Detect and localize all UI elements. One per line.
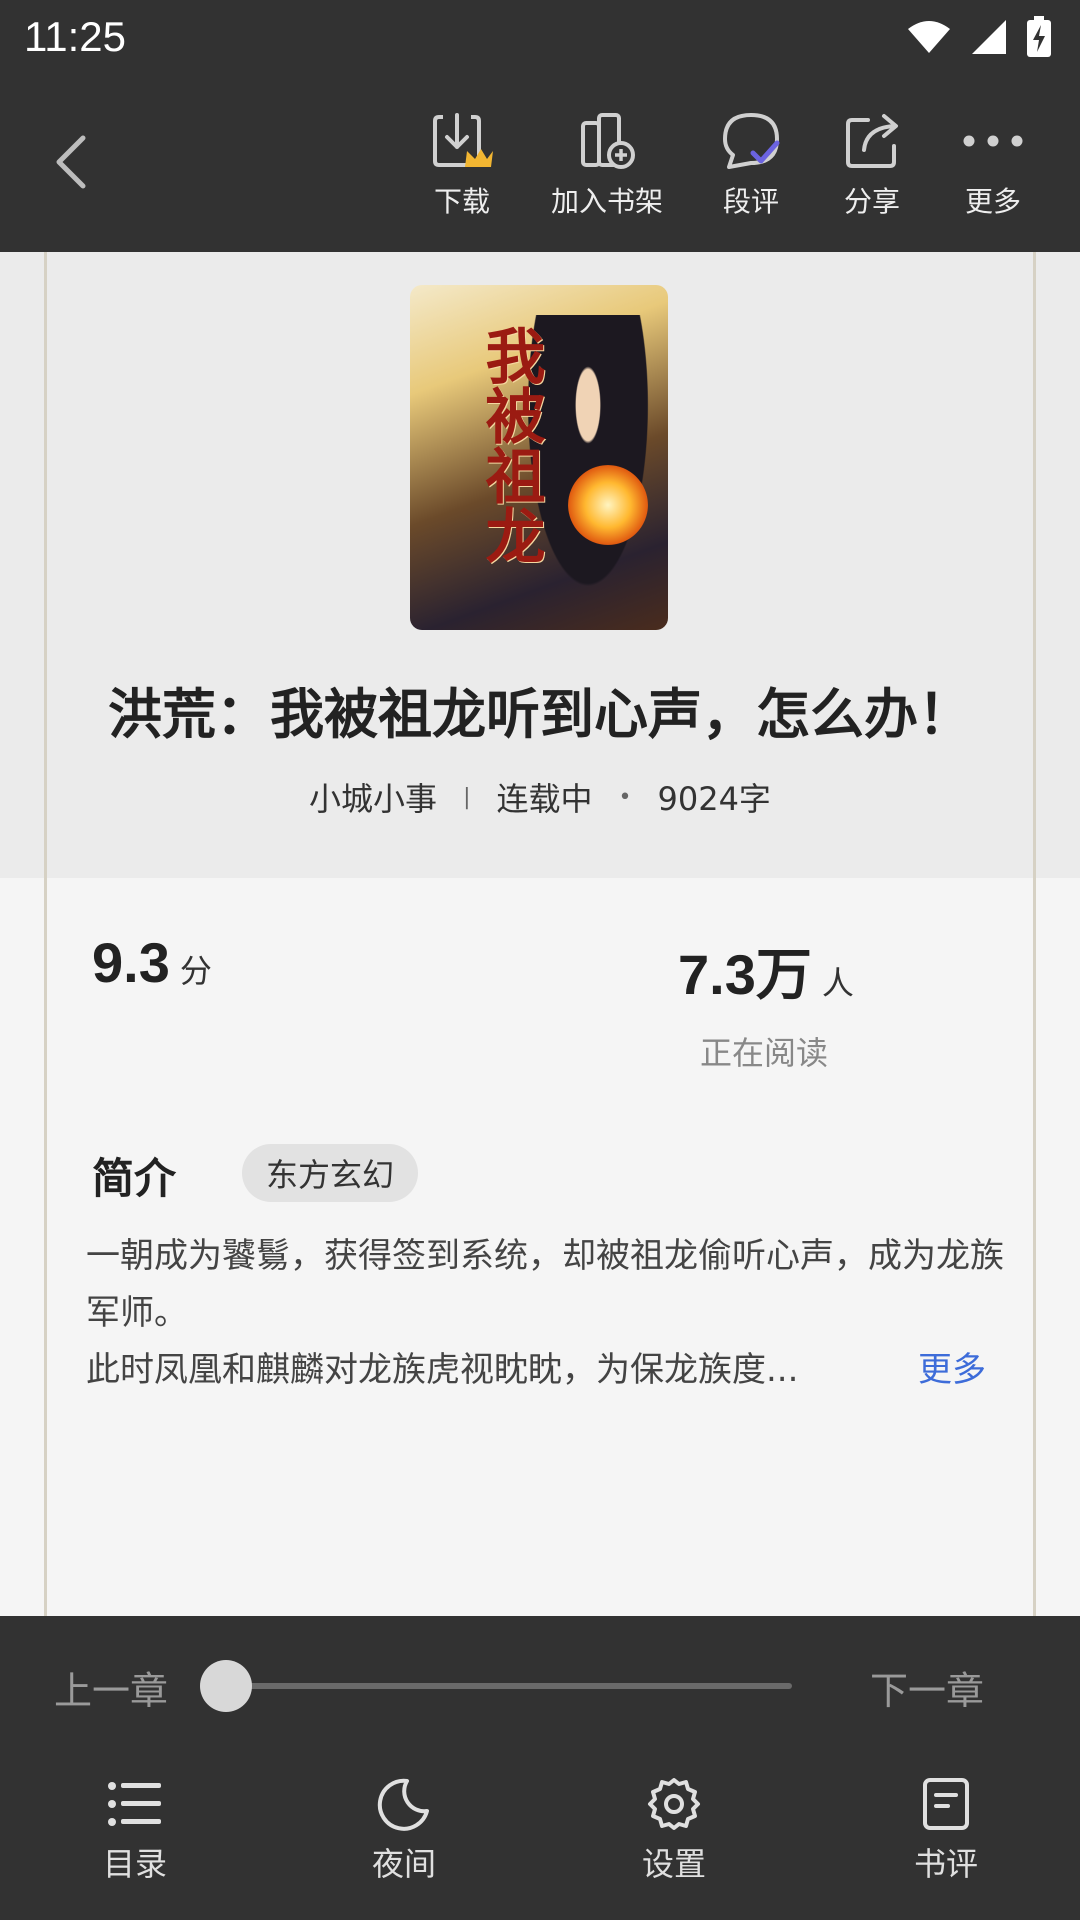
slider-thumb[interactable] [200, 1660, 252, 1712]
readers-unit: 人 [821, 964, 854, 1002]
score-unit: 分 [179, 952, 212, 990]
intro-text: 一朝成为饕鬄，获得签到系统，却被祖龙偷听心声，成为龙族军师。 [86, 1236, 1004, 1333]
intro-more-link[interactable]: 更多 [918, 1342, 986, 1399]
readers-label: 正在阅读 [700, 1034, 829, 1072]
page-border-right [1033, 252, 1036, 1616]
gear-icon [642, 1775, 706, 1833]
readers-stat: 7.3万 人 [678, 930, 854, 1011]
nav-review-label: 书评 [913, 1845, 978, 1883]
more-options-label: 更多 [964, 185, 1021, 218]
cover-fire [568, 465, 648, 545]
meta-dot: • [618, 784, 632, 810]
share-label: 分享 [843, 185, 900, 218]
chevron-left-icon [56, 135, 86, 189]
moon-icon [372, 1775, 436, 1833]
readers-value: 7.3万 [678, 943, 812, 1006]
nav-settings-label: 设置 [641, 1845, 706, 1883]
status-time: 11:25 [24, 13, 126, 60]
share-icon [836, 108, 908, 174]
book-meta: 小城小事 | 连载中 • 9024字 [0, 774, 1080, 820]
book-status: 连载中 [496, 780, 593, 818]
download-icon [426, 108, 498, 174]
meta-separator: | [463, 784, 471, 810]
cover-title: 我被祖龙 [475, 325, 545, 565]
top-toolbar: 下载 加入书架 段评 分享 更多 [0, 74, 1080, 252]
nav-night-label: 夜间 [371, 1845, 436, 1883]
back-button[interactable] [42, 124, 98, 200]
nav-book-review[interactable]: 书评 [861, 1775, 1031, 1885]
add-to-shelf-label: 加入书架 [550, 185, 663, 218]
nav-night-mode[interactable]: 夜间 [319, 1775, 489, 1885]
book-author[interactable]: 小城小事 [309, 774, 437, 820]
nav-toc[interactable]: 目录 [50, 1775, 220, 1885]
status-bar: 11:25 [0, 0, 1080, 74]
wifi-icon [908, 21, 950, 53]
add-to-shelf-button[interactable]: 加入书架 [532, 108, 682, 220]
nav-settings[interactable]: 设置 [589, 1775, 759, 1885]
more-dots-icon [957, 108, 1029, 174]
download-button[interactable]: 下载 [387, 108, 537, 220]
intro-text-continued: 此时凤凰和麒麟对龙族虎视眈眈，为保龙族度... [86, 1350, 799, 1390]
genre-tag[interactable]: 东方玄幻 [242, 1144, 419, 1202]
intro-heading: 简介 [92, 1154, 177, 1203]
next-chapter-button[interactable]: 下一章 [870, 1660, 984, 1715]
list-icon [103, 1775, 167, 1833]
score-stat: 9.3 分 [92, 930, 212, 995]
book-title: 洪荒：我被祖龙听到心声，怎么办！ [108, 683, 972, 746]
chapter-progress-slider[interactable] [226, 1683, 792, 1689]
score-value: 9.3 [92, 931, 170, 994]
nav-toc-label: 目录 [102, 1845, 167, 1883]
review-note-icon [914, 1775, 978, 1833]
status-icons [906, 16, 1052, 58]
book-cover[interactable]: 我被祖龙 [410, 285, 668, 630]
download-label: 下载 [433, 185, 490, 218]
prev-chapter-button[interactable]: 上一章 [54, 1660, 168, 1715]
more-options-button[interactable]: 更多 [918, 108, 1068, 220]
page-border-left [44, 252, 47, 1616]
add-bookshelf-icon [571, 108, 643, 174]
paragraph-comment-label: 段评 [722, 185, 779, 218]
comment-bubble-icon [715, 108, 787, 174]
battery-charging-icon [1027, 16, 1051, 57]
signal-icon [972, 20, 1006, 54]
book-word-count: 9024字 [657, 780, 771, 818]
